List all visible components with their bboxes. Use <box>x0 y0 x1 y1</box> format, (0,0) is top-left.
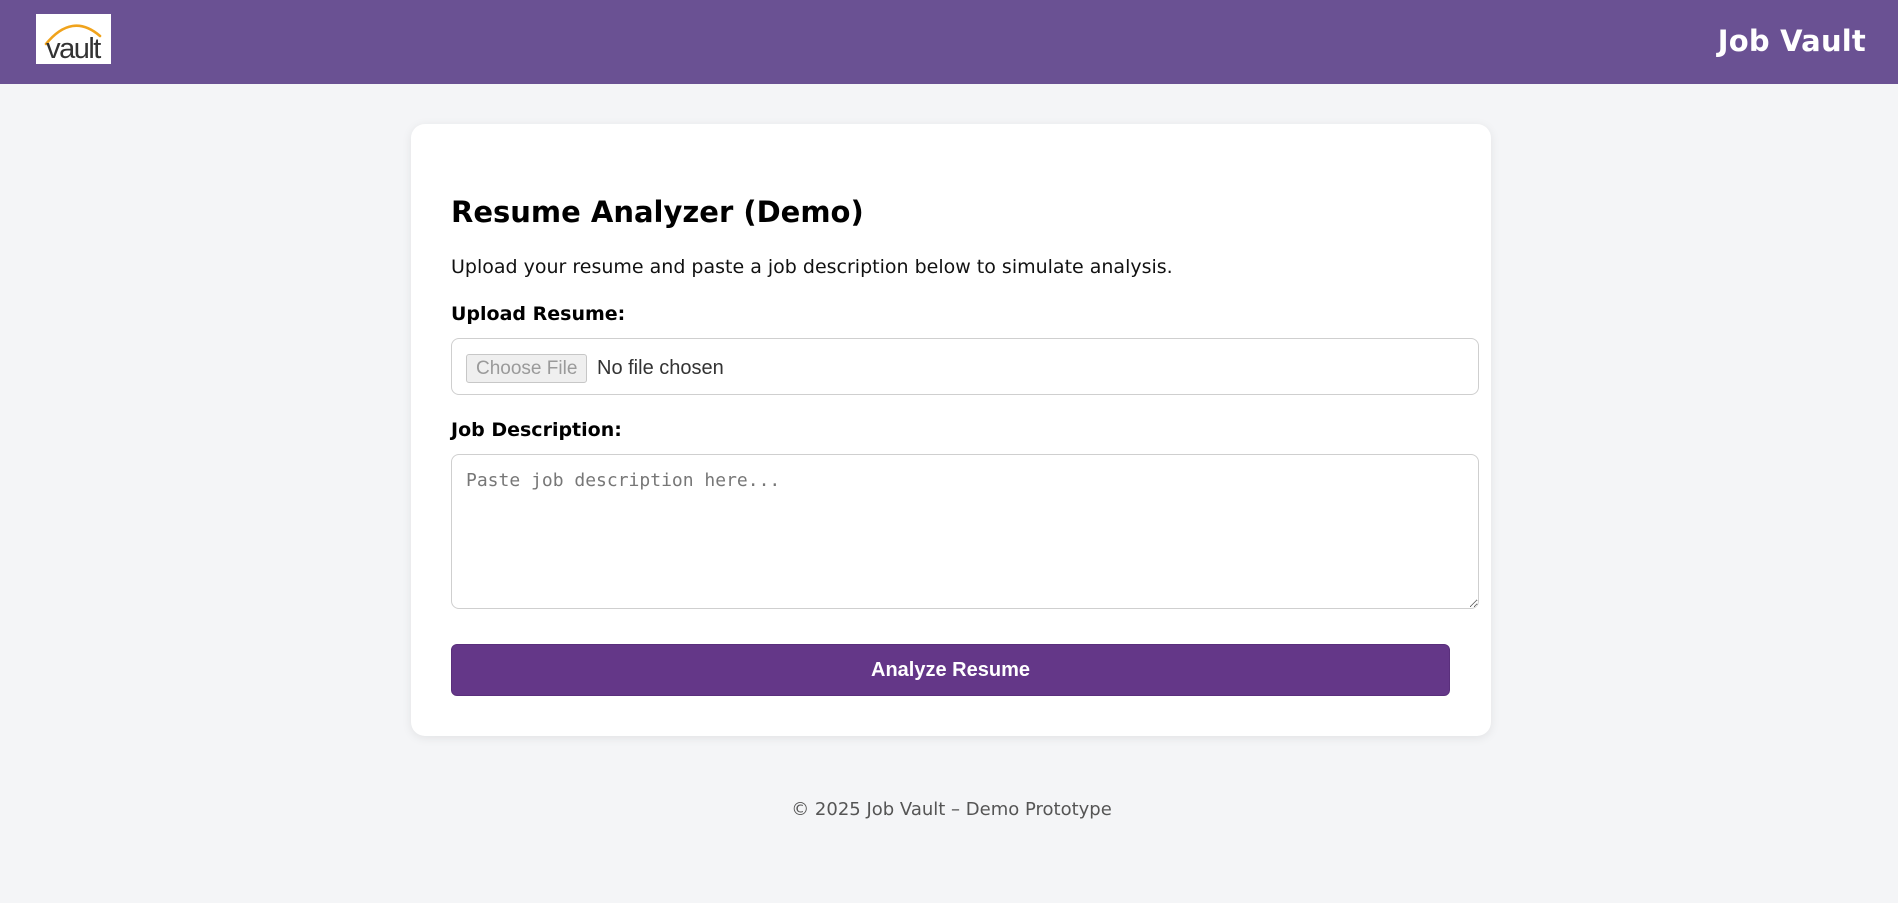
job-description-label: Job Description: <box>451 419 622 441</box>
resume-file-input[interactable]: Choose File No file chosen <box>451 338 1479 395</box>
upload-resume-label: Upload Resume: <box>451 303 626 325</box>
analyze-resume-button[interactable]: Analyze Resume <box>451 644 1450 696</box>
intro-text: Upload your resume and paste a job descr… <box>451 256 1173 278</box>
job-description-textarea[interactable] <box>451 454 1479 609</box>
vault-logo[interactable]: vault <box>36 14 111 64</box>
brand-title: Job Vault <box>1717 24 1866 58</box>
footer-copyright: © 2025 Job Vault – Demo Prototype <box>791 799 1112 820</box>
choose-file-button[interactable]: Choose File <box>466 354 588 383</box>
top-header: vault Job Vault <box>0 0 1898 84</box>
logo-wordmark: vault <box>46 33 101 64</box>
analyzer-card: Resume Analyzer (Demo) Upload your resum… <box>411 124 1491 736</box>
file-status-text: No file chosen <box>597 357 724 379</box>
page-title: Resume Analyzer (Demo) <box>451 195 864 229</box>
vault-logo-image: vault <box>44 24 103 64</box>
